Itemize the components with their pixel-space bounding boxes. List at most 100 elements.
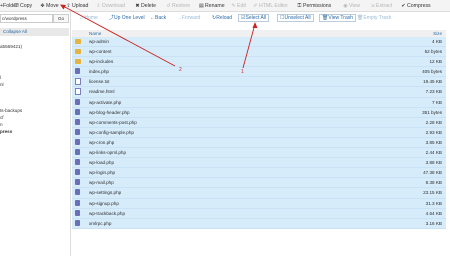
- file-size: 4 KB: [432, 39, 442, 44]
- file-name[interactable]: wp-includes: [89, 57, 113, 66]
- file-size: 31.3 KB: [425, 200, 442, 206]
- php-file-icon: [75, 199, 80, 206]
- tree-item[interactable]: cf: [0, 115, 4, 120]
- unselect-all-button[interactable]: ☐Unselect All: [277, 14, 314, 22]
- table-row[interactable]: wp-comments-post.php 2.28 KB: [72, 117, 446, 128]
- table-row[interactable]: wp-content 52 bytes: [72, 47, 446, 58]
- table-row[interactable]: wp-includes 12 KB: [72, 57, 446, 68]
- table-row[interactable]: wp-activate.php 7 KB: [72, 97, 446, 108]
- file-size: 47.38 KB: [423, 170, 442, 176]
- file-name[interactable]: wp-activate.php: [89, 98, 121, 107]
- select-all-button[interactable]: ☑Select All: [238, 14, 270, 22]
- back-button[interactable]: ←Back: [150, 14, 166, 22]
- table-row[interactable]: wp-admin 4 KB: [72, 37, 446, 48]
- html-editor-button[interactable]: ✐HTML Editor: [253, 2, 288, 10]
- view-trash-button[interactable]: 🗑View Trash: [319, 14, 357, 22]
- extract-button[interactable]: ⇲Extract: [370, 2, 392, 10]
- table-row[interactable]: license.txt 19.45 KB: [72, 77, 446, 88]
- up-one-level-button[interactable]: ⤴Up One Level: [109, 14, 145, 22]
- file-name[interactable]: wp-comments-post.php: [89, 118, 137, 127]
- home-icon: ⌂: [80, 15, 84, 21]
- path-input[interactable]: c/wordpress: [0, 14, 53, 23]
- table-row[interactable]: wp-trackback.php 4.64 KB: [72, 208, 446, 219]
- file-name[interactable]: wp-admin: [89, 37, 109, 46]
- table-row[interactable]: wp-blog-header.php 351 bytes: [72, 107, 446, 118]
- file-size: 52 bytes: [424, 49, 442, 55]
- table-row[interactable]: wp-login.php 47.38 KB: [72, 168, 446, 179]
- table-row[interactable]: wp-cron.php 3.85 KB: [72, 137, 446, 149]
- column-header-size[interactable]: Size: [433, 30, 442, 37]
- file-name[interactable]: wp-blog-header.php: [89, 108, 130, 117]
- table-row[interactable]: wp-links-opml.php 2.44 KB: [72, 148, 446, 159]
- annotation-label-2: 2: [179, 67, 182, 73]
- delete-button[interactable]: ✖Delete: [135, 2, 156, 10]
- view-button[interactable]: ◉View: [343, 2, 360, 10]
- file-name[interactable]: xmlrpc.php: [89, 219, 111, 228]
- file-size: 4.64 KB: [425, 210, 442, 216]
- php-file-icon: [75, 219, 80, 226]
- column-header-name[interactable]: Name: [89, 30, 101, 37]
- restore-icon: ↺: [166, 3, 171, 9]
- copy-button[interactable]: ❐Copy: [14, 2, 32, 10]
- rename-button[interactable]: ▤Rename: [199, 2, 225, 10]
- file-name[interactable]: wp-config-sample.php: [89, 128, 134, 137]
- permissions-button[interactable]: ⚿ Permissions: [297, 2, 332, 10]
- annotation-label-1: 1: [241, 69, 244, 75]
- tree-item[interactable]: a5569421): [0, 44, 22, 49]
- file-name[interactable]: wp-content: [89, 47, 111, 56]
- upload-icon: ⇪: [66, 3, 71, 9]
- tree-item-current[interactable]: press: [0, 129, 12, 134]
- file-name[interactable]: wp-trackback.php: [89, 209, 125, 218]
- php-file-icon: [75, 149, 80, 156]
- move-button[interactable]: ✥Move: [40, 2, 58, 10]
- table-row[interactable]: wp-load.php 3.88 KB: [72, 158, 446, 169]
- key-icon: ⚿: [297, 3, 302, 9]
- collapse-all-link[interactable]: Collapse All: [0, 28, 69, 36]
- php-file-icon: [75, 169, 80, 176]
- download-button[interactable]: ⇩Download: [96, 2, 125, 10]
- table-row[interactable]: wp-settings.php 23.15 KB: [72, 188, 446, 199]
- tree-item[interactable]: ts-backups: [0, 108, 22, 113]
- file-name[interactable]: wp-mail.php: [89, 178, 114, 187]
- file-name[interactable]: readme.html: [89, 87, 115, 96]
- table-row[interactable]: readme.html 7.23 KB: [72, 87, 446, 98]
- php-file-icon: [75, 68, 80, 75]
- go-button[interactable]: Go: [53, 14, 69, 23]
- file-size: 7.23 KB: [425, 89, 442, 95]
- file-name[interactable]: license.txt: [89, 77, 109, 86]
- file-name[interactable]: wp-links-opml.php: [89, 148, 126, 157]
- tree-item[interactable]: n: [0, 122, 3, 127]
- table-row[interactable]: wp-mail.php 8.38 KB: [72, 178, 446, 189]
- file-name[interactable]: wp-login.php: [89, 168, 115, 177]
- table-row[interactable]: xmlrpc.php 3.16 KB: [72, 218, 446, 229]
- delete-icon: ✖: [135, 3, 140, 9]
- empty-trash-button[interactable]: 🗑Empty Trash: [357, 14, 391, 22]
- upload-button[interactable]: ⇪Upload: [66, 2, 88, 10]
- restore-button[interactable]: ↺Restore: [166, 2, 190, 10]
- file-name[interactable]: wp-load.php: [89, 158, 114, 167]
- file-name[interactable]: wp-cron.php: [89, 138, 114, 147]
- rename-icon: ▤: [199, 3, 204, 9]
- table-row[interactable]: wp-config-sample.php 2.93 KB: [72, 127, 446, 138]
- file-name[interactable]: wp-settings.php: [89, 188, 121, 197]
- file-name[interactable]: wp-signup.php: [89, 199, 119, 208]
- file-size: 7 KB: [432, 99, 442, 105]
- tree-item[interactable]: l: [0, 75, 1, 80]
- table-row[interactable]: wp-signup.php 31.3 KB: [72, 198, 446, 209]
- tree-item[interactable]: nl: [0, 82, 4, 87]
- file-size: 2.28 KB: [425, 119, 442, 125]
- sidebar: c/wordpress Go Collapse All a5569421) l …: [0, 12, 71, 256]
- php-file-icon: [75, 98, 80, 105]
- edit-button[interactable]: ✎Edit: [231, 2, 246, 10]
- compress-button[interactable]: ✔Compress: [401, 2, 430, 10]
- forward-button[interactable]: →Forward: [177, 14, 200, 22]
- file-name[interactable]: index.php: [89, 67, 109, 76]
- php-file-icon: [75, 118, 80, 125]
- text-file-icon: [75, 78, 81, 86]
- table-header: Name Size: [72, 30, 446, 37]
- reload-button[interactable]: ↻Reload: [212, 14, 232, 22]
- table-row[interactable]: index.php 405 bytes: [72, 67, 446, 78]
- home-button[interactable]: ⌂ Home: [80, 14, 98, 22]
- php-file-icon: [75, 189, 80, 196]
- folder-icon: [75, 39, 81, 44]
